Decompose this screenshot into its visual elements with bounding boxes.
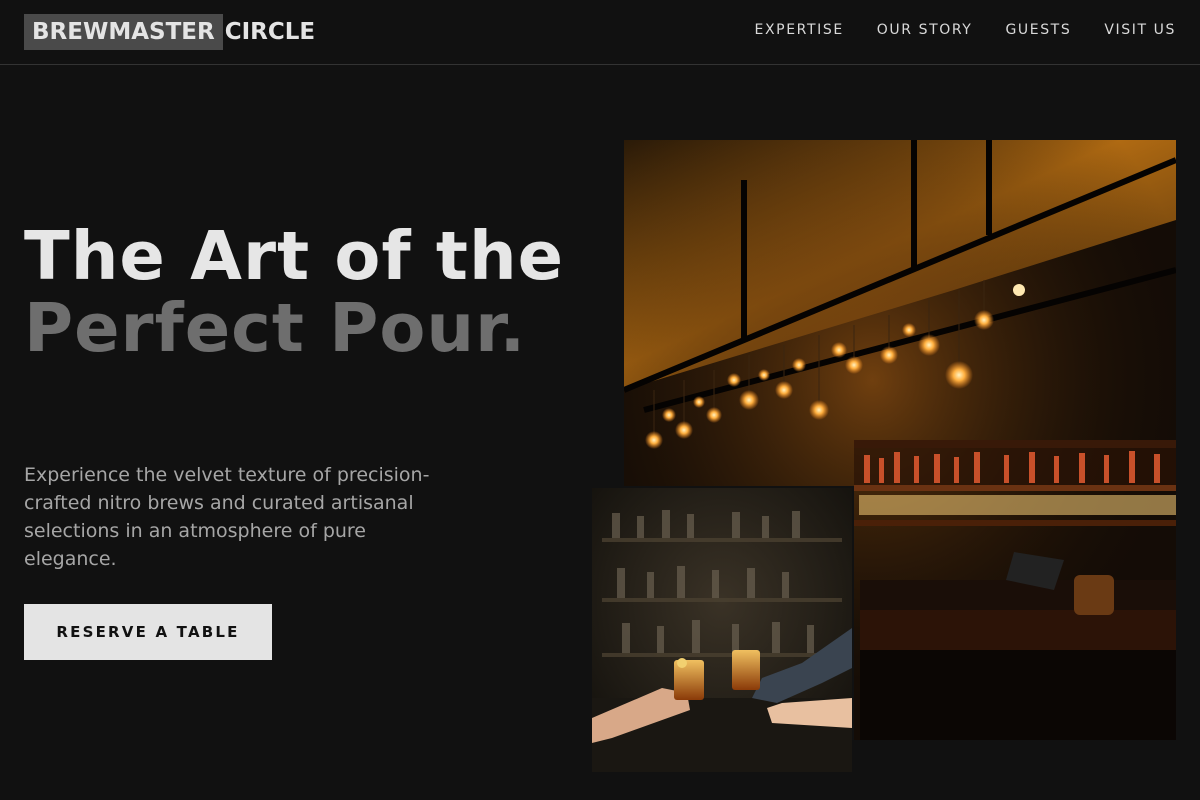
toasting-drinks-photo xyxy=(592,488,852,772)
logo-highlight-text: BREWMASTER xyxy=(24,14,223,50)
hero-title: The Art of the Perfect Pour. xyxy=(24,220,584,364)
hero-description: Experience the velvet texture of precisi… xyxy=(24,464,430,570)
main-nav: EXPERTISE OUR STORY GUESTS VISIT US xyxy=(755,22,1176,38)
top-navigation-bar: BREWMASTER CIRCLE EXPERTISE OUR STORY GU… xyxy=(0,0,1200,65)
hero-title-line-2: Perfect Pour. xyxy=(24,289,527,367)
nav-link-expertise[interactable]: EXPERTISE xyxy=(755,22,844,38)
logo-rest-text: CIRCLE xyxy=(224,19,316,45)
nav-link-our-story[interactable]: OUR STORY xyxy=(877,22,973,38)
brand-logo[interactable]: BREWMASTER CIRCLE xyxy=(24,14,315,50)
toasting-drinks-illustration xyxy=(592,488,852,772)
hero-title-line-1: The Art of the xyxy=(24,217,565,295)
nav-link-guests[interactable]: GUESTS xyxy=(1005,22,1071,38)
reserve-table-button[interactable]: RESERVE A TABLE xyxy=(24,604,272,660)
nav-link-visit-us[interactable]: VISIT US xyxy=(1104,22,1176,38)
